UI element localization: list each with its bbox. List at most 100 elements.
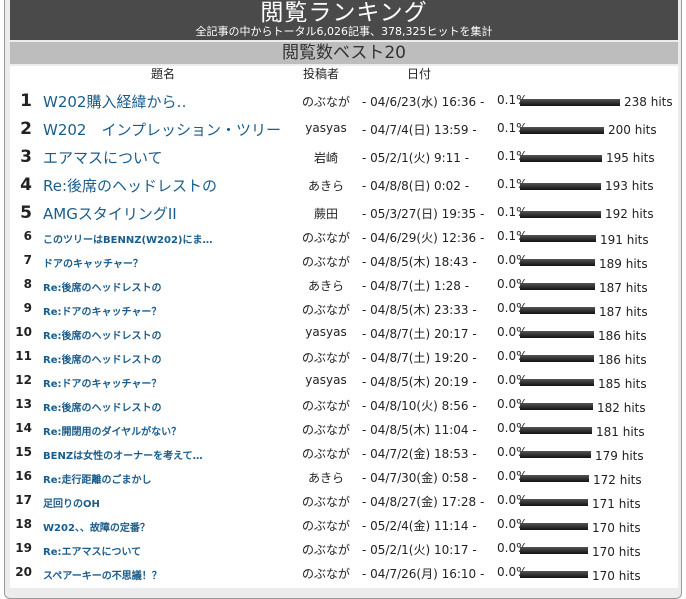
hit-count: 170 hits bbox=[592, 521, 641, 535]
table-row: 10 Re:後席のヘッドレストの yasyas - 04/8/7(土) 20:17 -… bbox=[10, 321, 678, 345]
table-row: 17 足回りのOH のぶなが - 04/8/27(金) 17:28 -0.0% 171 … bbox=[10, 489, 678, 513]
author-name: のぶなが bbox=[301, 543, 350, 557]
post-date: - 04/8/7(土) 1:28 - bbox=[362, 279, 470, 293]
hits-bar bbox=[520, 307, 595, 314]
author-name: のぶなが bbox=[301, 423, 350, 437]
rank-number: 20 bbox=[15, 565, 32, 579]
rank-number: 19 bbox=[15, 541, 32, 555]
author-name: のぶなが bbox=[301, 303, 350, 317]
table-row: 15 BENZは女性のオーナーを考えて… のぶなが - 04/7/2(金) 18:53… bbox=[10, 441, 678, 465]
topic-link[interactable]: Re:後席のヘッドレストの bbox=[43, 175, 217, 196]
author-name: あきら bbox=[307, 279, 344, 293]
post-date: - 04/8/7(土) 19:20 - bbox=[362, 351, 477, 365]
table-row: 16 Re:走行距離のごまかし あきら - 04/7/30(金) 0:58 -0.0%… bbox=[10, 465, 678, 489]
topic-link[interactable]: Re:エアマスについて bbox=[43, 543, 141, 558]
author-name: のぶなが bbox=[301, 399, 350, 413]
post-date: - 05/3/27(日) 19:35 - bbox=[362, 207, 485, 221]
post-date: - 04/7/2(金) 18:53 - bbox=[362, 447, 477, 461]
hits-bar bbox=[520, 427, 592, 434]
author-name: のぶなが bbox=[301, 95, 350, 109]
rank-number: 15 bbox=[15, 445, 32, 459]
author-name: あきら bbox=[307, 179, 344, 193]
post-date: - 04/8/7(土) 20:17 - bbox=[362, 327, 477, 341]
rank-number: 4 bbox=[20, 175, 32, 195]
post-date: - 04/7/30(金) 0:58 - bbox=[362, 471, 477, 485]
topic-link[interactable]: BENZは女性のオーナーを考えて… bbox=[43, 447, 203, 462]
rank-number: 3 bbox=[20, 147, 32, 167]
author-name: あきら bbox=[307, 471, 344, 485]
hit-count: 238 hits bbox=[624, 95, 673, 109]
author-name: のぶなが bbox=[301, 495, 350, 509]
author-name: のぶなが bbox=[301, 255, 350, 269]
topic-link[interactable]: Re:走行距離のごまかし bbox=[43, 471, 151, 486]
ranking-table: 題名 投稿者 日付 1 W202購入経緯から‥ のぶなが - 04/6/23(水) 1… bbox=[10, 66, 678, 588]
topic-link[interactable]: Re:後席のヘッドレストの bbox=[43, 279, 161, 294]
topic-link[interactable]: Re:後席のヘッドレストの bbox=[43, 399, 161, 414]
hits-bar bbox=[520, 499, 588, 506]
post-date: - 04/7/26(月) 16:10 - bbox=[362, 567, 485, 581]
table-row: 11 Re:後席のヘッドレストの のぶなが - 04/8/7(土) 19:20 -0.… bbox=[10, 345, 678, 369]
topic-link[interactable]: W202、、故障の定番？ bbox=[43, 519, 150, 534]
rank-number: 2 bbox=[20, 119, 32, 139]
table-row: 2 W202 インプレッション・ツリー yasyas - 04/7/4(日) 13:5… bbox=[10, 116, 678, 140]
topic-link[interactable]: Re:ドアのキャッチャー？ bbox=[43, 375, 161, 390]
hit-count: 195 hits bbox=[606, 151, 655, 165]
hit-count: 191 hits bbox=[600, 233, 649, 247]
post-date: - 04/8/5(木) 11:04 - bbox=[362, 423, 477, 437]
table-row: 8 Re:後席のヘッドレストの あきら - 04/8/7(土) 1:28 -0.0% 1… bbox=[10, 273, 678, 297]
table-row: 4 Re:後席のヘッドレストの あきら - 04/8/8(日) 0:02 -0.1% 1… bbox=[10, 172, 678, 196]
author-name: yasyas bbox=[305, 325, 347, 339]
topic-link[interactable]: Re:開閉用のダイヤルがない？ bbox=[43, 423, 181, 438]
post-date: - 04/8/10(火) 8:56 - bbox=[362, 399, 477, 413]
post-date: - 05/2/4(金) 11:14 - bbox=[362, 519, 477, 533]
rank-number: 6 bbox=[23, 229, 32, 243]
author-name: 岩崎 bbox=[313, 151, 338, 165]
hit-count: 186 hits bbox=[598, 353, 647, 367]
topic-link[interactable]: W202 インプレッション・ツリー bbox=[43, 119, 281, 140]
topic-link[interactable]: エアマスについて bbox=[43, 147, 163, 168]
hits-bar bbox=[520, 259, 595, 266]
rank-number: 8 bbox=[23, 277, 32, 291]
rank-number: 18 bbox=[15, 517, 32, 531]
rank-number: 14 bbox=[15, 421, 32, 435]
post-date: - 05/2/1(火) 9:11 - bbox=[362, 151, 470, 165]
column-header-topic: 題名 bbox=[151, 67, 176, 81]
hit-count: 187 hits bbox=[599, 305, 648, 319]
hit-count: 170 hits bbox=[592, 569, 641, 583]
topic-link[interactable]: スペアーキーの不思議！？ bbox=[43, 567, 162, 582]
hit-count: 189 hits bbox=[599, 257, 648, 271]
table-row: 14 Re:開閉用のダイヤルがない？ のぶなが - 04/8/5(木) 11:04 -… bbox=[10, 417, 678, 441]
topic-link[interactable]: ドアのキャッチャー？ bbox=[43, 255, 143, 270]
rank-number: 17 bbox=[15, 493, 32, 507]
rank-number: 12 bbox=[15, 373, 32, 387]
hit-count: 186 hits bbox=[598, 329, 647, 343]
post-date: - 04/6/23(水) 16:36 - bbox=[362, 95, 485, 109]
post-date: - 04/8/27(金) 17:28 - bbox=[362, 495, 485, 509]
hits-bar bbox=[520, 571, 588, 578]
hit-count: 200 hits bbox=[608, 123, 657, 137]
page-subtitle: 全記事の中からトータル6,026記事、378,325ヒットを集計 bbox=[195, 25, 493, 38]
author-name: のぶなが bbox=[301, 447, 350, 461]
topic-link[interactable]: Re:ドアのキャッチャー？ bbox=[43, 303, 161, 318]
topic-link[interactable]: Re:後席のヘッドレストの bbox=[43, 327, 161, 342]
hit-count: 192 hits bbox=[605, 207, 654, 221]
hits-bar bbox=[520, 99, 620, 106]
hits-bar bbox=[520, 283, 595, 290]
topic-link[interactable]: このツリーはBENNZ(W202)にま… bbox=[43, 231, 213, 246]
topic-link[interactable]: 足回りのOH bbox=[43, 495, 100, 510]
hits-bar bbox=[520, 355, 594, 362]
topic-link[interactable]: AMGスタイリングII bbox=[43, 203, 177, 224]
rank-number: 5 bbox=[20, 203, 32, 223]
rank-number: 16 bbox=[15, 469, 32, 483]
post-date: - 04/8/5(木) 20:19 - bbox=[362, 375, 477, 389]
rank-number: 11 bbox=[15, 349, 32, 363]
post-date: - 04/8/5(木) 23:33 - bbox=[362, 303, 477, 317]
section-title: 閲覧数ベスト20 bbox=[10, 42, 678, 64]
topic-link[interactable]: W202購入経緯から‥ bbox=[43, 91, 186, 112]
post-date: - 04/7/4(日) 13:59 - bbox=[362, 123, 477, 137]
table-row: 20 スペアーキーの不思議！？ のぶなが - 04/7/26(月) 16:10 -0.… bbox=[10, 561, 678, 585]
hits-bar bbox=[520, 475, 589, 482]
page-title: 閲覧ランキング bbox=[260, 0, 428, 26]
rank-number: 10 bbox=[15, 325, 32, 339]
topic-link[interactable]: Re:後席のヘッドレストの bbox=[43, 351, 161, 366]
